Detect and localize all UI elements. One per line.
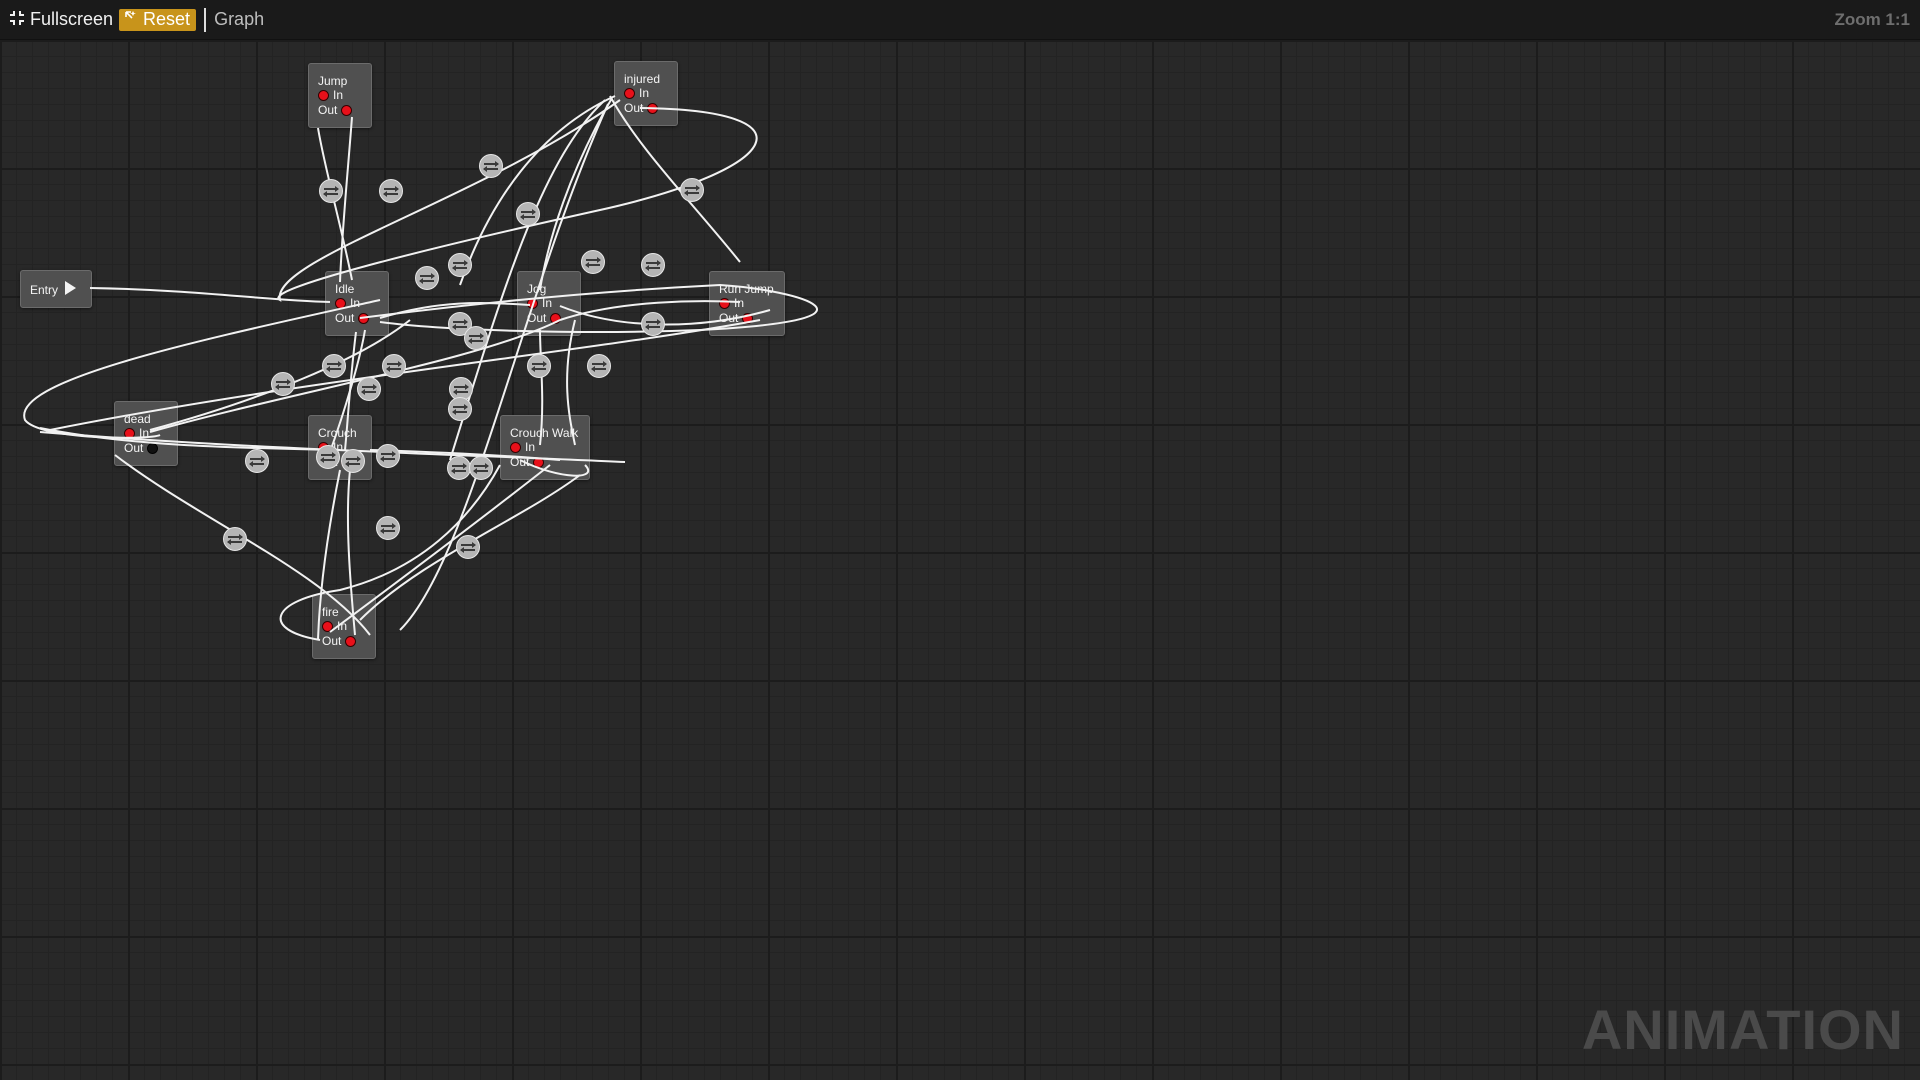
state-node-fire[interactable]: fire In Out [312, 594, 376, 659]
transition-icon[interactable] [448, 253, 472, 277]
reset-icon [123, 9, 143, 30]
edge-jump-idle-b [339, 116, 353, 283]
input-port-dot[interactable] [510, 441, 521, 453]
input-port[interactable]: In [527, 296, 552, 310]
state-node-run-jump[interactable]: Run Jump In Out [709, 271, 785, 336]
transition-icon[interactable] [641, 312, 665, 336]
fullscreen-icon [10, 9, 30, 30]
transition-icon[interactable] [448, 397, 472, 421]
fullscreen-button[interactable]: Fullscreen [10, 8, 113, 32]
transition-icon[interactable] [641, 253, 665, 277]
state-title: dead [124, 412, 151, 426]
reset-button[interactable]: Reset [119, 8, 197, 31]
edge-dead-crouch [39, 427, 341, 451]
state-title: Jog [527, 282, 547, 296]
input-port[interactable]: In [335, 296, 360, 310]
toolbar-divider [204, 7, 207, 32]
transition-icon[interactable] [581, 250, 605, 274]
input-port-dot[interactable] [624, 87, 635, 99]
input-port[interactable]: In [719, 296, 744, 310]
state-title: Run Jump [719, 282, 774, 296]
transition-icon[interactable] [479, 154, 503, 178]
graph-canvas[interactable]: Fullscreen Reset Graph Zoom 1:1 Entry Ju… [0, 0, 1920, 1080]
transition-icon[interactable] [469, 456, 493, 480]
state-node-crouch-walk[interactable]: Crouch Walk In Out [500, 415, 590, 480]
transition-icon[interactable] [456, 535, 480, 559]
input-port-dot[interactable] [124, 427, 135, 439]
input-port-dot[interactable] [527, 297, 538, 309]
entry-label: Entry [30, 283, 59, 297]
state-title: Idle [335, 282, 355, 296]
transition-edges [23, 95, 818, 641]
entry-node[interactable]: Entry [20, 270, 92, 308]
transition-icon[interactable] [223, 527, 247, 551]
transition-icon[interactable] [316, 445, 340, 469]
output-port[interactable]: Out [335, 311, 370, 325]
transition-icon[interactable] [415, 266, 439, 290]
transition-icon[interactable] [680, 178, 704, 202]
transition-icon[interactable] [271, 372, 295, 396]
output-port-dot[interactable] [742, 312, 754, 324]
zoom-level-label: Zoom 1:1 [1834, 10, 1910, 29]
state-node-jump[interactable]: Jump In Out [308, 63, 372, 128]
output-port-dot[interactable] [358, 312, 370, 324]
output-port[interactable]: Out [510, 455, 545, 469]
state-node-idle[interactable]: Idle In Out [325, 271, 389, 336]
input-port[interactable]: In [322, 619, 347, 633]
transition-icon[interactable] [382, 354, 406, 378]
output-port[interactable]: Out [527, 311, 562, 325]
top-toolbar: Fullscreen Reset Graph Zoom 1:1 [0, 0, 1920, 40]
state-node-jog[interactable]: Jog In Out [517, 271, 581, 336]
animation-watermark: ANIMATION [1581, 998, 1904, 1061]
input-port[interactable]: In [318, 88, 343, 102]
state-node-crouch[interactable]: Crouch In Out [308, 415, 372, 480]
transition-icon[interactable] [516, 202, 540, 226]
transition-icon[interactable] [464, 326, 488, 350]
input-port-dot[interactable] [719, 297, 730, 309]
transition-icon[interactable] [341, 449, 365, 473]
output-port-dot[interactable] [533, 456, 545, 468]
output-port[interactable]: Out [322, 634, 357, 648]
transition-icon[interactable] [527, 354, 551, 378]
input-port-dot[interactable] [335, 297, 346, 309]
output-port-dot[interactable] [345, 635, 357, 647]
output-port-dot[interactable] [147, 442, 159, 454]
output-port[interactable]: Out [124, 441, 159, 455]
fullscreen-label: Fullscreen [30, 9, 114, 29]
graph-breadcrumb[interactable]: Graph [214, 9, 264, 30]
input-port-dot[interactable] [322, 620, 333, 632]
output-port-dot[interactable] [647, 102, 659, 114]
output-port-dot[interactable] [550, 312, 562, 324]
state-node-injured[interactable]: injured In Out [614, 61, 678, 126]
state-title: Jump [318, 74, 348, 88]
input-port[interactable]: In [124, 426, 149, 440]
state-title: fire [322, 605, 339, 619]
transition-icon[interactable] [322, 354, 346, 378]
transition-icon[interactable] [376, 516, 400, 540]
transition-icon[interactable] [379, 179, 403, 203]
transition-icon[interactable] [245, 449, 269, 473]
play-arrow-icon [65, 281, 76, 295]
reset-label: Reset [143, 9, 191, 29]
transition-icon[interactable] [376, 444, 400, 468]
state-title: injured [624, 72, 661, 86]
input-port-dot[interactable] [318, 89, 329, 101]
input-port[interactable]: In [510, 440, 535, 454]
transition-icon[interactable] [319, 179, 343, 203]
transition-icon[interactable] [447, 456, 471, 480]
output-port[interactable]: Out [719, 311, 754, 325]
transition-icon[interactable] [587, 354, 611, 378]
edge-entry-idle [89, 287, 331, 303]
output-port[interactable]: Out [318, 103, 353, 117]
state-node-dead[interactable]: dead In Out [114, 401, 178, 466]
state-title: Crouch Walk [510, 426, 579, 440]
edge-injured-fire [399, 103, 609, 631]
state-title: Crouch [318, 426, 357, 440]
output-port[interactable]: Out [624, 101, 659, 115]
edge-jump-idle-a [317, 127, 353, 281]
output-port-dot[interactable] [341, 104, 353, 116]
input-port[interactable]: In [624, 86, 649, 100]
transition-icon[interactable] [357, 377, 381, 401]
